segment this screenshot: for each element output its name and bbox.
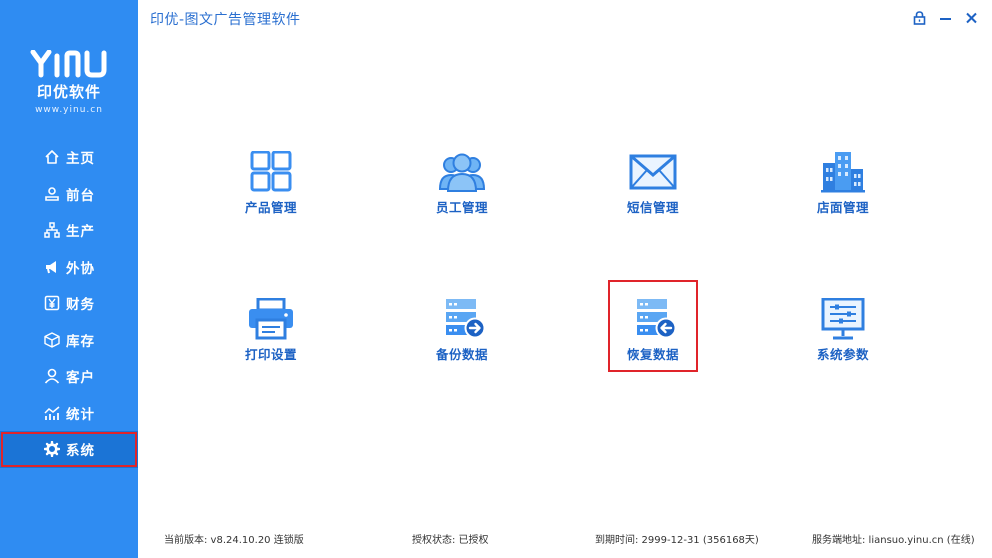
- window-title: 印优-图文广告管理软件: [150, 12, 301, 28]
- sidebar-item-front-desk[interactable]: 前台: [0, 176, 138, 213]
- sidebar-item-label: 主页: [66, 151, 95, 168]
- close-button[interactable]: [964, 10, 978, 26]
- product-grid-icon: [250, 151, 292, 192]
- tile-sms-management[interactable]: 短信管理: [593, 151, 713, 241]
- tile-backup-data[interactable]: 备份数据: [402, 298, 522, 388]
- license-status: 授权状态: 已授权: [412, 535, 489, 546]
- logo: 印优软件 www.yinu.cn: [0, 50, 138, 115]
- tile-label: 备份数据: [435, 347, 488, 362]
- sidebar-item-customers[interactable]: 客户: [0, 358, 138, 395]
- home-icon: [44, 149, 60, 165]
- logo-cn-text: 印优软件: [36, 83, 101, 101]
- title-bar: 印优-图文广告管理软件: [138, 0, 992, 37]
- version-info: 当前版本: v8.24.10.20 连锁版: [164, 535, 304, 546]
- hierarchy-icon: [44, 222, 60, 238]
- sidebar-item-label: 生产: [66, 224, 95, 241]
- sidebar-item-label: 库存: [66, 333, 95, 350]
- sidebar-item-outsourcing[interactable]: 外协: [0, 249, 138, 286]
- sidebar-item-statistics[interactable]: 统计: [0, 395, 138, 432]
- tile-restore-data[interactable]: 恢复数据: [608, 280, 698, 372]
- tile-label: 恢复数据: [626, 347, 679, 362]
- sidebar-item-label: 前台: [66, 187, 95, 204]
- tile-print-settings[interactable]: 打印设置: [211, 298, 331, 388]
- close-icon: [965, 12, 977, 24]
- tile-label: 打印设置: [244, 347, 297, 362]
- lock-button[interactable]: [912, 10, 926, 26]
- building-icon: [821, 152, 865, 193]
- sidebar-nav: 主页 前台 生产 外协 财务 库存 客户 统计 系统: [0, 139, 138, 468]
- system-panel: 产品管理 员工管理 短信管理 店面管理 打印设置 备份数据 恢复数据 系统参数: [138, 37, 992, 518]
- lock-icon: [913, 11, 925, 25]
- status-bar: 当前版本: v8.24.10.20 连锁版 授权状态: 已授权 到期时间: 29…: [138, 518, 992, 558]
- minimize-icon: [939, 18, 951, 20]
- tile-label: 短信管理: [626, 200, 679, 215]
- expiry-info: 到期时间: 2999-12-31 (356168天): [595, 535, 759, 546]
- printer-icon: [249, 298, 293, 340]
- sidebar-item-system[interactable]: 系统: [0, 431, 138, 468]
- restore-server-icon: [637, 299, 677, 339]
- chart-icon: [44, 405, 60, 421]
- tile-staff-management[interactable]: 员工管理: [402, 151, 522, 241]
- tile-system-parameters[interactable]: 系统参数: [783, 298, 903, 388]
- tile-product-management[interactable]: 产品管理: [211, 151, 331, 241]
- megaphone-icon: [44, 259, 60, 275]
- sidebar-item-label: 客户: [66, 370, 95, 387]
- minimize-button[interactable]: [938, 10, 952, 26]
- sidebar-item-label: 统计: [66, 406, 95, 423]
- tile-label: 产品管理: [244, 200, 297, 215]
- tile-store-management[interactable]: 店面管理: [783, 151, 903, 241]
- yinu-logo-mark: [30, 50, 107, 78]
- monitor-settings-icon: [821, 298, 865, 340]
- tile-label: 系统参数: [816, 347, 869, 362]
- sidebar-item-finance[interactable]: 财务: [0, 285, 138, 322]
- staff-group-icon: [438, 153, 486, 192]
- sidebar-item-label: 财务: [66, 297, 95, 314]
- box-icon: [44, 332, 60, 348]
- user-desk-icon: [44, 186, 60, 202]
- yen-icon: [44, 295, 60, 311]
- logo-url-text: www.yinu.cn: [35, 105, 103, 115]
- person-icon: [44, 368, 60, 384]
- tile-label: 员工管理: [435, 200, 488, 215]
- sidebar-item-inventory[interactable]: 库存: [0, 322, 138, 359]
- sidebar: 印优软件 www.yinu.cn 主页 前台 生产 外协 财务 库存 客户 统计…: [0, 0, 138, 558]
- gear-icon: [44, 441, 60, 458]
- sidebar-item-home[interactable]: 主页: [0, 139, 138, 176]
- tile-label: 店面管理: [816, 200, 869, 215]
- window-controls: [912, 10, 978, 26]
- backup-server-icon: [446, 299, 486, 339]
- envelope-icon: [629, 154, 677, 190]
- sidebar-item-label: 系统: [66, 443, 95, 460]
- sidebar-item-production[interactable]: 生产: [0, 212, 138, 249]
- server-address: 服务端地址: liansuo.yinu.cn (在线): [812, 535, 975, 546]
- sidebar-item-label: 外协: [66, 260, 95, 277]
